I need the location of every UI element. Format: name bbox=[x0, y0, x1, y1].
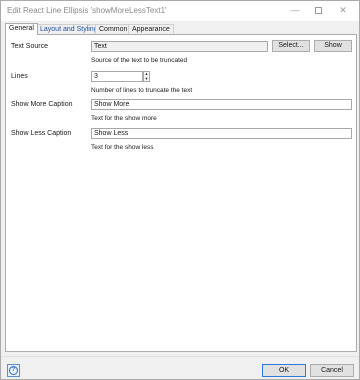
help-button[interactable]: ? bbox=[7, 364, 20, 377]
ok-button[interactable]: OK bbox=[262, 364, 306, 377]
lines-spinner[interactable]: ▲ ▼ bbox=[143, 71, 150, 82]
minimize-icon: — bbox=[290, 5, 300, 15]
select-button[interactable]: Select... bbox=[272, 40, 310, 52]
help-icon: ? bbox=[9, 366, 18, 375]
text-source-hint: Source of the text to be truncated bbox=[91, 57, 188, 64]
window-title: Edit React Line Ellipsis 'showMoreLessTe… bbox=[7, 6, 167, 15]
close-icon: ✕ bbox=[339, 4, 347, 15]
minimize-button[interactable]: — bbox=[284, 3, 306, 17]
show-less-caption-hint: Text for the show less bbox=[91, 144, 154, 151]
general-panel: Text Source Text Select... Show Source o… bbox=[5, 34, 357, 352]
text-source-field[interactable]: Text bbox=[91, 41, 268, 52]
text-source-label: Text Source bbox=[11, 43, 48, 50]
maximize-button[interactable] bbox=[307, 3, 329, 17]
cancel-button[interactable]: Cancel bbox=[310, 364, 354, 377]
lines-label: Lines bbox=[11, 73, 28, 80]
lines-input[interactable]: 3 bbox=[91, 71, 143, 82]
show-less-caption-label: Show Less Caption bbox=[11, 130, 72, 137]
show-more-caption-hint: Text for the show more bbox=[91, 115, 157, 122]
close-button[interactable]: ✕ bbox=[332, 3, 354, 17]
dialog-window: Edit React Line Ellipsis 'showMoreLessTe… bbox=[0, 0, 360, 380]
show-button[interactable]: Show bbox=[314, 40, 352, 52]
show-more-caption-input[interactable]: Show More bbox=[91, 99, 352, 110]
lines-hint: Number of lines to truncate the text bbox=[91, 87, 193, 94]
show-less-caption-input[interactable]: Show Less bbox=[91, 128, 352, 139]
show-more-caption-label: Show More Caption bbox=[11, 101, 73, 108]
footer-divider bbox=[1, 356, 359, 357]
tab-general[interactable]: General bbox=[5, 23, 38, 35]
maximize-icon bbox=[314, 6, 322, 14]
spin-down-icon[interactable]: ▼ bbox=[144, 77, 149, 81]
title-bar: Edit React Line Ellipsis 'showMoreLessTe… bbox=[1, 1, 359, 21]
